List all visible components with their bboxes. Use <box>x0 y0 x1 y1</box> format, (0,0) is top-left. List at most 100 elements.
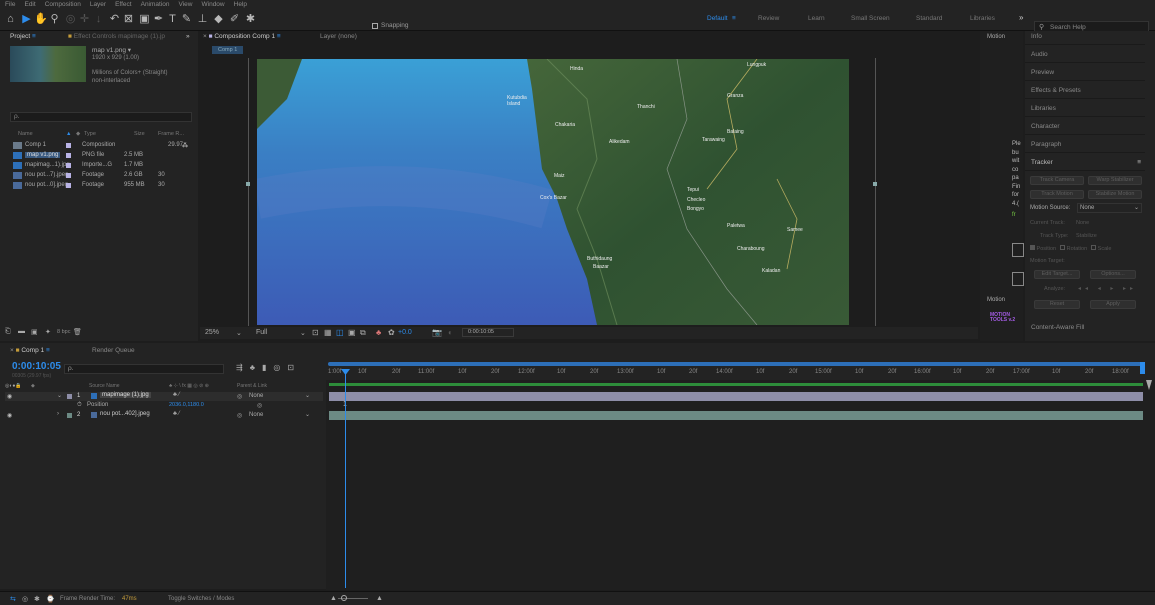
layer-label-swatch[interactable] <box>67 394 72 399</box>
toggle-modes-icon[interactable]: ◎ <box>22 595 28 603</box>
motion-source-dropdown[interactable]: None ⌄ <box>1077 203 1142 213</box>
zoom-slider-thumb[interactable] <box>341 595 347 601</box>
snapping-checkbox[interactable] <box>372 23 378 29</box>
clone-stamp-tool-icon[interactable]: ⊥ <box>196 12 209 26</box>
stabilize-motion-button[interactable]: Stabilize Motion <box>1088 190 1142 199</box>
panel-overflow-icon[interactable]: » <box>186 31 190 43</box>
current-track-value[interactable]: None <box>1076 220 1089 226</box>
type-tool-icon[interactable]: T <box>166 12 179 26</box>
mask-visibility-icon[interactable]: ◫ <box>336 328 344 337</box>
layer-duration-bar[interactable] <box>329 411 1143 420</box>
layer-row[interactable]: ◉ ⌄ 1 mapimage (1).jpg ♣ ⁄ ◎ None ⌄ <box>5 392 323 401</box>
render-time-icon[interactable]: ⌚ <box>46 595 55 603</box>
layer-switches[interactable]: ♣ ⁄ <box>173 411 180 417</box>
warp-stabilizer-button[interactable]: Warp Stabilizer <box>1088 176 1142 185</box>
label-swatch[interactable] <box>66 142 71 148</box>
workspace-libraries[interactable]: Libraries <box>970 15 995 22</box>
chevron-down-icon[interactable]: ⌄ <box>305 392 310 399</box>
panel-audio[interactable]: Audio <box>1025 46 1145 63</box>
project-item-name[interactable]: map v1.png ▾ <box>92 46 131 54</box>
zoom-in-icon[interactable]: ▲ <box>376 595 383 602</box>
zoom-dropdown[interactable]: 25% <box>205 329 219 336</box>
apply-button[interactable]: Apply <box>1090 300 1136 309</box>
channels-icon[interactable]: ⧉ <box>360 328 366 338</box>
bpc-toggle[interactable]: 8 bpc <box>57 329 70 335</box>
workspace-review[interactable]: Review <box>758 15 779 22</box>
panel-character[interactable]: Character <box>1025 118 1145 135</box>
orbit-tool-icon[interactable]: ◎ <box>64 12 77 26</box>
menu-help[interactable]: Help <box>234 0 247 9</box>
current-time-indicator[interactable] <box>345 372 346 588</box>
label-swatch[interactable] <box>66 182 71 188</box>
project-row[interactable]: map v1.png PNG file 2.5 MB <box>10 151 192 159</box>
chevron-down-icon[interactable]: ⌄ <box>236 329 242 337</box>
menu-effect[interactable]: Effect <box>115 0 132 9</box>
rotate-tool-icon[interactable]: ↶ <box>108 12 121 26</box>
position-checkbox[interactable]: Position <box>1030 245 1056 252</box>
layer-label-swatch[interactable] <box>67 413 72 418</box>
workspace-standard[interactable]: Standard <box>916 15 942 22</box>
panel-info[interactable]: Info <box>1025 28 1145 45</box>
shy-layers-icon[interactable]: ▮ <box>262 363 266 372</box>
panel-effects-presets[interactable]: Effects & Presets <box>1025 82 1145 99</box>
property-row[interactable]: ⏱ Position 2036.0,1180.0 ◎ <box>5 401 323 410</box>
camera-snapshot-icon[interactable]: 📷 <box>432 328 442 337</box>
resolution-dropdown[interactable]: Full <box>256 329 267 336</box>
track-type-value[interactable]: Stabilize <box>1076 233 1097 239</box>
region-of-interest-icon[interactable]: ⊡ <box>312 328 319 337</box>
expand-chevron-icon[interactable]: ⌄ <box>57 392 62 399</box>
graph-editor-icon[interactable]: ⊡ <box>287 363 294 372</box>
workspace-learn[interactable]: Learn <box>808 15 825 22</box>
menu-file[interactable]: File <box>5 0 15 9</box>
expression-pickwhip-icon[interactable]: ◎ <box>257 402 262 409</box>
workspace-menu-icon[interactable]: ≡ <box>732 15 736 22</box>
position-value[interactable]: 2036.0,1180.0 <box>169 402 204 408</box>
grid-guides-icon[interactable]: ▣ <box>348 328 356 337</box>
sort-up-icon[interactable]: ▲ <box>66 131 71 137</box>
project-row[interactable]: nou pot...0].jpeg Footage 955 MB 30 <box>10 181 192 189</box>
trash-icon[interactable]: 🗑 <box>73 328 82 336</box>
layer-row[interactable]: ◉ › 2 nou pot...402].jpeg ♣ ⁄ ◎ None ⌄ <box>5 411 323 420</box>
track-motion-button[interactable]: Track Motion <box>1030 190 1084 199</box>
comp-timecode[interactable]: 0:00:10:05 <box>462 328 514 337</box>
analyze-controls[interactable]: ◂◂ ◂ ▸ ▸▸ <box>1078 285 1137 292</box>
menu-layer[interactable]: Layer <box>90 0 106 9</box>
col-name[interactable]: Name <box>18 131 33 137</box>
reset-button[interactable]: Reset <box>1034 300 1080 309</box>
menu-edit[interactable]: Edit <box>24 0 35 9</box>
toggle-switches-icon[interactable]: ⇆ <box>10 595 16 603</box>
track-camera-button[interactable]: Track Camera <box>1030 176 1084 185</box>
rectangle-tool-icon[interactable]: ▣ <box>138 12 151 26</box>
options-button[interactable]: Options... <box>1090 270 1136 279</box>
tab-render-queue[interactable]: Render Queue <box>92 345 135 357</box>
zoom-out-icon[interactable]: ▲ <box>330 595 337 602</box>
parent-dropdown[interactable]: None <box>249 393 263 399</box>
hand-tool-icon[interactable]: ✋ <box>34 12 48 26</box>
new-composition-icon[interactable]: ▣ <box>31 328 38 336</box>
comp-breadcrumb[interactable]: Comp 1 <box>212 46 244 54</box>
chevron-down-icon[interactable]: ⌄ <box>300 329 306 337</box>
eye-icon[interactable]: ◉ <box>7 393 12 400</box>
layer-switches[interactable]: ♣ ⁄ <box>173 392 180 398</box>
toggle-switches-modes-button[interactable]: Toggle Switches / Modes <box>168 596 234 602</box>
menu-view[interactable]: View <box>179 0 193 9</box>
panel-tracker[interactable]: Tracker ≡ <box>1025 154 1145 171</box>
menu-animation[interactable]: Animation <box>141 0 170 9</box>
chevron-down-icon[interactable]: ⌄ <box>305 411 310 418</box>
col-type[interactable]: Type <box>84 131 96 137</box>
frame-blending-icon[interactable]: ◎ <box>273 363 280 372</box>
home-icon[interactable]: ⌂ <box>4 12 17 26</box>
parent-pickwhip-icon[interactable]: ◎ <box>237 393 242 400</box>
new-folder-icon[interactable]: ▬ <box>18 328 25 335</box>
collapse-chevron-icon[interactable]: › <box>57 411 59 417</box>
panel-libraries[interactable]: Libraries <box>1025 100 1145 117</box>
project-search-input[interactable]: ρ. <box>10 112 192 122</box>
motion-input-box[interactable] <box>1012 272 1024 286</box>
col-size[interactable]: Size <box>134 131 145 137</box>
project-row[interactable]: Comp 1 Composition 29.97 ⁂ <box>10 141 192 149</box>
label-swatch[interactable] <box>66 152 71 158</box>
col-parent-link[interactable]: Parent & Link <box>237 383 267 389</box>
parent-dropdown[interactable]: None <box>249 412 263 418</box>
work-area-bar[interactable] <box>328 362 1144 366</box>
tab-composition[interactable]: × ■ Composition Comp 1 ≡ <box>203 31 281 43</box>
